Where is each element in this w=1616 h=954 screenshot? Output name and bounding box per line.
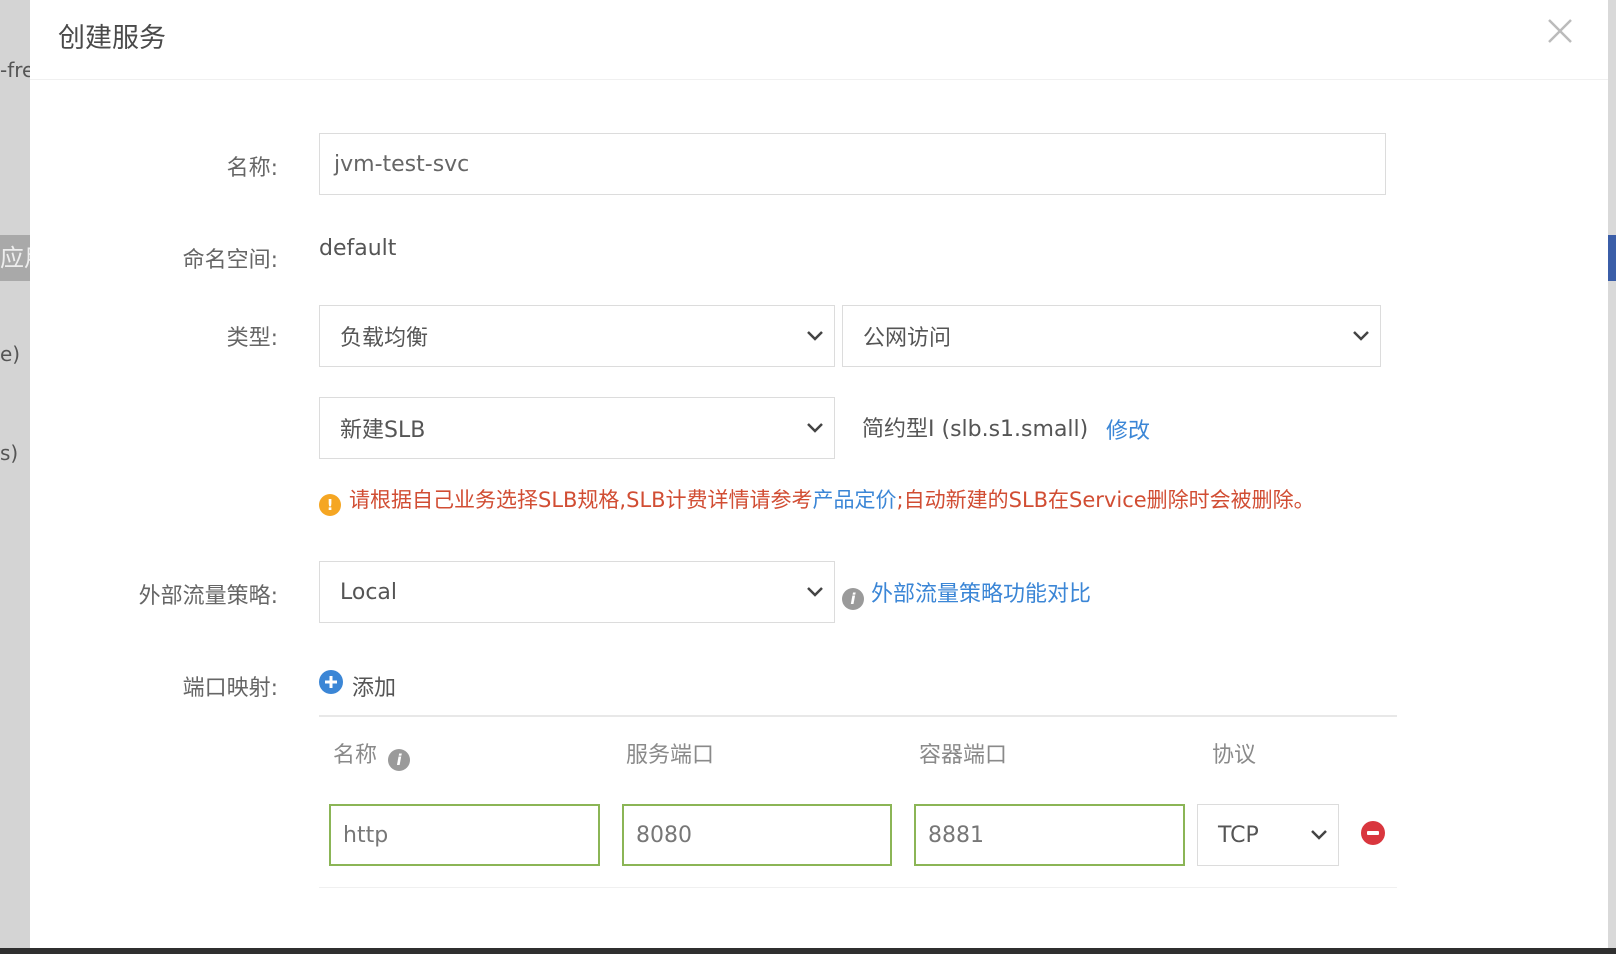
container-port-value: 8881 <box>928 822 984 848</box>
port-mapping-label: 端口映射: <box>182 676 278 701</box>
traffic-policy-select[interactable]: Local <box>319 561 835 623</box>
slb-select-value: 新建SLB <box>340 418 426 443</box>
access-type-value: 公网访问 <box>863 326 952 351</box>
traffic-policy-compare-link[interactable]: 外部流量策略功能对比 <box>871 582 1091 607</box>
name-input[interactable]: jvm-test-svc <box>319 133 1386 195</box>
warning-text-part2: ;自动新建的SLB在Service删除时会被删除。 <box>896 488 1315 512</box>
type-label: 类型: <box>226 326 278 351</box>
info-icon: i <box>388 749 411 771</box>
service-type-select[interactable]: 负载均衡 <box>319 305 835 367</box>
background-text-fragment: -fre <box>0 58 30 82</box>
service-port-input[interactable]: 8080 <box>622 804 892 866</box>
background-text-fragment: e) <box>0 342 21 366</box>
info-icon: i <box>842 588 864 610</box>
traffic-policy-label: 外部流量策略: <box>138 584 278 609</box>
traffic-policy-help: i 外部流量策略功能对比 <box>842 576 1091 610</box>
column-header-name: 名称 i <box>333 737 411 771</box>
protocol-value: TCP <box>1218 822 1259 848</box>
column-header-protocol: 协议 <box>1212 743 1257 768</box>
remove-row-icon[interactable] <box>1361 821 1385 845</box>
background-nav-tab: 应用 <box>0 235 30 281</box>
traffic-policy-value: Local <box>340 579 398 605</box>
port-table-bottom-divider <box>319 887 1397 888</box>
port-table-top-divider <box>319 715 1397 717</box>
add-port-button[interactable]: 添加 <box>352 670 396 702</box>
port-name-value: http <box>343 822 389 848</box>
pricing-link[interactable]: 产品定价 <box>813 488 897 512</box>
chevron-down-icon <box>1311 830 1327 840</box>
slb-warning: ! 请根据自己业务选择SLB规格,SLB计费详情请参考产品定价;自动新建的SLB在… <box>319 484 1379 516</box>
column-header-container-port: 容器端口 <box>919 743 1008 768</box>
column-name-label: 名称 <box>333 743 378 768</box>
dialog-title: 创建服务 <box>58 23 166 54</box>
add-circle-icon[interactable] <box>319 670 343 694</box>
name-label: 名称: <box>226 156 278 181</box>
chevron-down-icon <box>1353 331 1369 341</box>
background-accent <box>1608 235 1616 281</box>
warning-icon: ! <box>319 494 341 516</box>
service-port-value: 8080 <box>636 822 692 848</box>
background-taskbar <box>0 948 1616 954</box>
background-text-fragment: s) <box>0 441 19 465</box>
service-type-value: 负载均衡 <box>340 326 429 351</box>
namespace-label: 命名空间: <box>182 248 278 273</box>
warning-text-part1: 请根据自己业务选择SLB规格,SLB计费详情请参考 <box>349 488 813 512</box>
slb-spec-text: 简约型I (slb.s1.small) <box>862 417 1089 442</box>
port-name-input[interactable]: http <box>329 804 600 866</box>
background-app-right <box>1608 0 1616 954</box>
name-input-value: jvm-test-svc <box>334 151 470 177</box>
container-port-input[interactable]: 8881 <box>914 804 1185 866</box>
slb-select[interactable]: 新建SLB <box>319 397 835 459</box>
chevron-down-icon <box>807 587 823 597</box>
modify-slb-link[interactable]: 修改 <box>1106 413 1150 445</box>
access-type-select[interactable]: 公网访问 <box>842 305 1381 367</box>
background-app-left <box>0 0 30 954</box>
dialog-header: 创建服务 <box>30 0 1608 80</box>
chevron-down-icon <box>807 423 823 433</box>
namespace-value: default <box>319 236 397 261</box>
protocol-select[interactable]: TCP <box>1197 804 1339 866</box>
create-service-dialog: 创建服务 名称: jvm-test-svc 命名空间: default 类型: … <box>30 0 1608 948</box>
chevron-down-icon <box>807 331 823 341</box>
column-header-service-port: 服务端口 <box>626 743 715 768</box>
close-icon[interactable] <box>1543 14 1577 48</box>
